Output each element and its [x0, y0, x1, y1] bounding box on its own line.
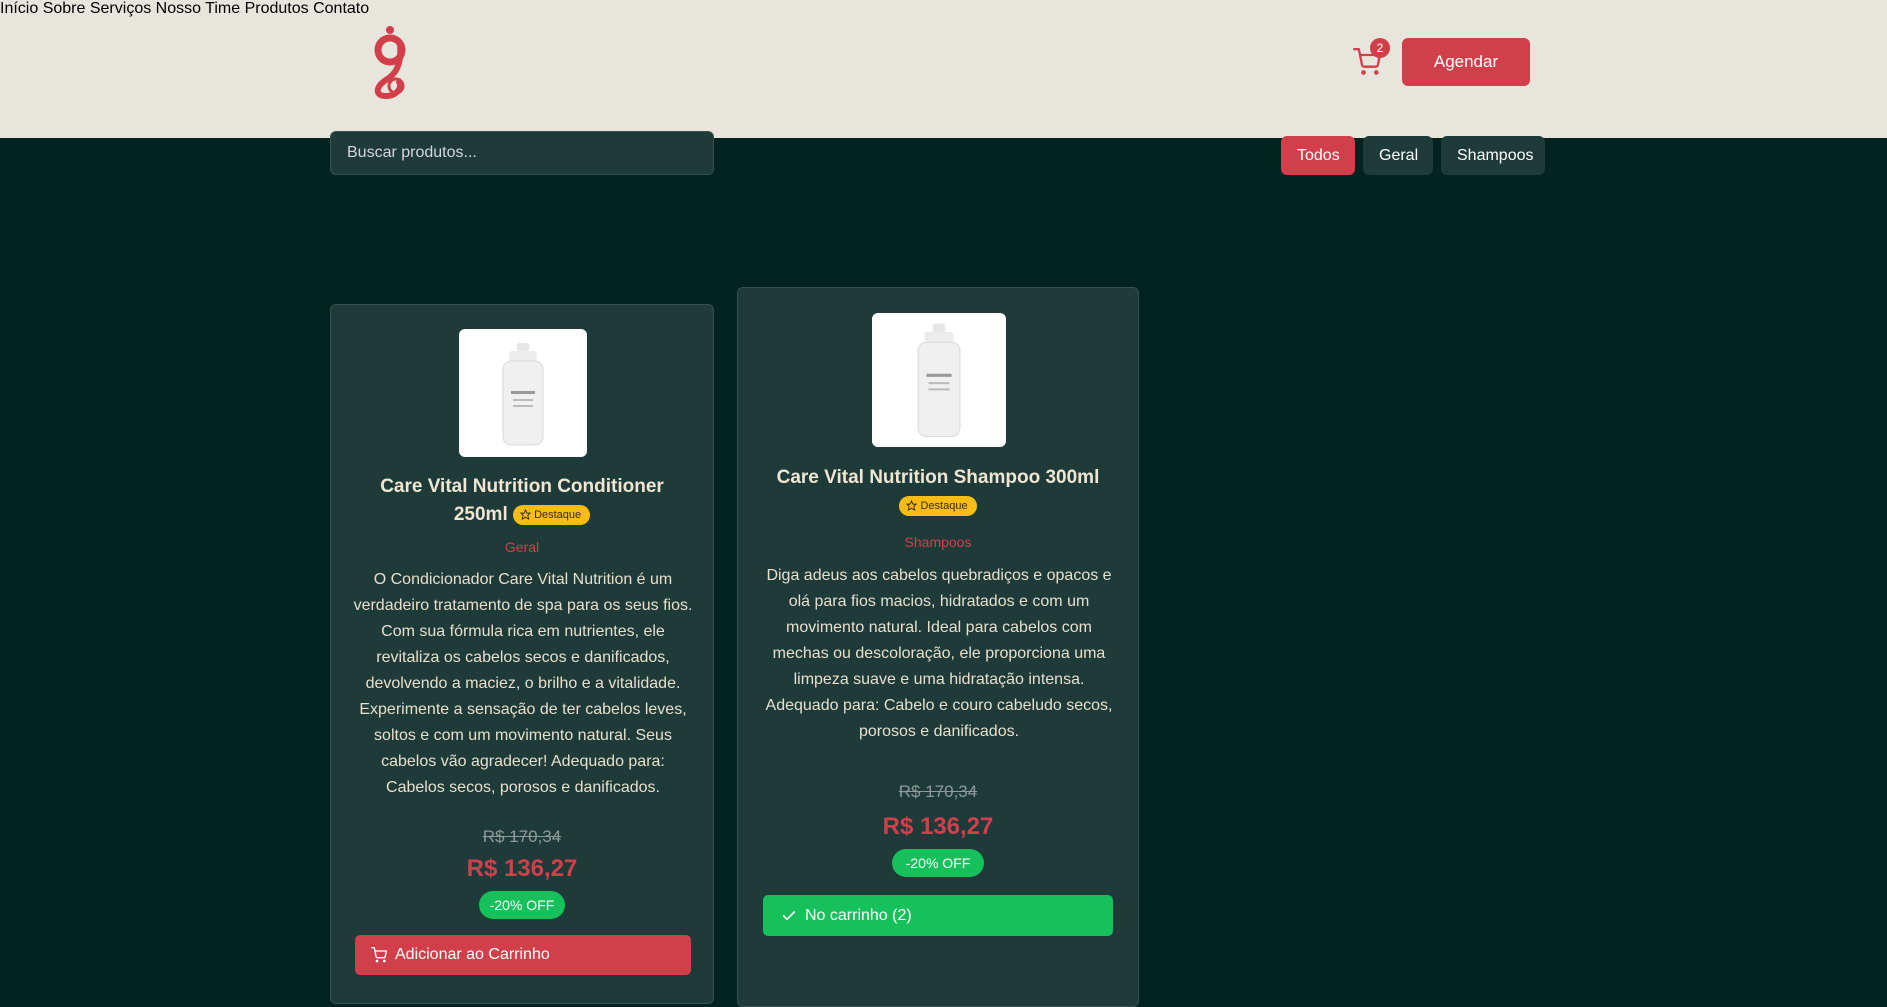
in-cart-label: No carrinho (2)	[805, 906, 912, 924]
bottle-image	[502, 343, 544, 446]
discount-badge: -20% OFF	[479, 891, 565, 919]
product-category: Geral	[504, 539, 540, 555]
filter-todos[interactable]: Todos	[1281, 136, 1355, 175]
star-icon	[519, 508, 532, 520]
product-search-input[interactable]	[330, 131, 714, 175]
nav-nosso-time[interactable]: Nosso Time	[156, 0, 240, 17]
current-price: R$ 136,27	[466, 855, 578, 882]
current-price: R$ 136,27	[882, 813, 994, 840]
nav-inicio[interactable]: Início	[0, 0, 38, 17]
product-title-wrap: Care Vital Nutrition Conditioner 250ml D…	[331, 473, 713, 529]
agendar-button[interactable]: Agendar	[1402, 38, 1530, 86]
nav-sobre[interactable]: Sobre	[43, 0, 86, 17]
filter-shampoos[interactable]: Shampoos	[1441, 136, 1545, 175]
featured-badge: Destaque	[899, 495, 977, 516]
bottle-image	[917, 323, 961, 438]
site-header: Início Sobre Serviços Nosso Time Produto…	[0, 0, 1887, 138]
featured-badge: Destaque	[513, 504, 591, 525]
product-description: Diga adeus aos cabelos quebradiços e opa…	[765, 567, 1113, 740]
cart-icon	[371, 947, 387, 963]
discount-badge: -20% OFF	[892, 849, 984, 877]
featured-badge-label: Destaque	[534, 508, 582, 521]
product-title-wrap: Care Vital Nutrition Shampoo 300ml Desta…	[738, 464, 1138, 520]
check-icon	[782, 910, 796, 920]
in-cart-button[interactable]: No carrinho (2)	[763, 895, 1113, 936]
cart-count-badge: 2	[1370, 38, 1390, 58]
nav-servicos[interactable]: Serviços	[90, 0, 151, 17]
brand-logo[interactable]	[366, 24, 414, 100]
filter-geral[interactable]: Geral	[1363, 136, 1433, 175]
featured-badge-label: Destaque	[920, 499, 968, 512]
nav-contato[interactable]: Contato	[313, 0, 369, 17]
product-description: O Condicionador Care Vital Nutrition é u…	[353, 571, 693, 796]
nav-produtos[interactable]: Produtos	[245, 0, 309, 17]
product-title[interactable]: Care Vital Nutrition Shampoo 300ml	[777, 467, 1100, 488]
star-icon	[906, 499, 918, 511]
old-price: R$ 170,34	[482, 827, 562, 846]
add-to-cart-label: Adicionar ao Carrinho	[395, 946, 550, 963]
product-image[interactable]	[459, 329, 587, 457]
product-card: Care Vital Nutrition Shampoo 300ml Desta…	[737, 287, 1139, 1007]
old-price: R$ 170,34	[898, 782, 978, 801]
product-image[interactable]	[872, 313, 1006, 447]
product-category: Shampoos	[904, 534, 972, 550]
product-card: Care Vital Nutrition Conditioner 250ml D…	[330, 304, 714, 1004]
add-to-cart-button[interactable]: Adicionar ao Carrinho	[355, 935, 691, 975]
